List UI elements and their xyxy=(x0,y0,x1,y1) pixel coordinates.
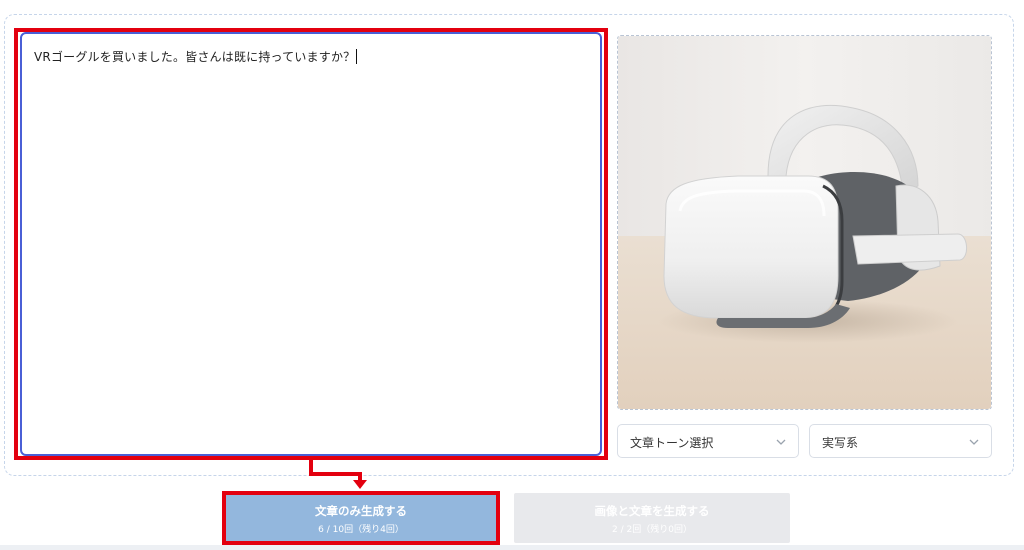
post-text-editor[interactable]: VRゴーグルを買いました。皆さんは既に持っていますか？ xyxy=(20,32,602,456)
tone-select[interactable]: 文章トーン選択 xyxy=(617,424,799,458)
generate-image-and-text-label: 画像と文章を生成する xyxy=(594,504,710,518)
generate-text-only-quota: 6 / 10回（残り4回） xyxy=(318,525,404,535)
generated-image-preview xyxy=(617,35,992,410)
annotation-arrow-head xyxy=(353,480,367,489)
annotation-arrow-segment-across xyxy=(309,472,361,476)
generate-image-and-text-quota: 2 / 2回（残り0回） xyxy=(612,525,692,535)
generate-text-only-button[interactable]: 文章のみ生成する 6 / 10回（残り4回） xyxy=(226,493,496,543)
generate-image-and-text-button: 画像と文章を生成する 2 / 2回（残り0回） xyxy=(514,493,790,543)
style-select[interactable]: 実写系 xyxy=(809,424,992,458)
post-text-value: VRゴーグルを買いました。皆さんは既に持っていますか？ xyxy=(34,50,356,64)
chevron-down-icon xyxy=(969,439,979,445)
post-text-content: VRゴーグルを買いました。皆さんは既に持っていますか？ xyxy=(34,48,358,65)
bottom-divider xyxy=(0,545,1024,550)
chevron-down-icon xyxy=(776,439,786,445)
text-caret xyxy=(356,49,358,64)
style-select-label: 実写系 xyxy=(822,436,859,450)
page: VRゴーグルを買いました。皆さんは既に持っていますか？ 文章トーン選択 実写系 … xyxy=(0,0,1024,550)
tone-select-label: 文章トーン選択 xyxy=(630,436,714,450)
vr-headset-image xyxy=(618,36,991,409)
generate-text-only-label: 文章のみ生成する xyxy=(315,504,407,518)
